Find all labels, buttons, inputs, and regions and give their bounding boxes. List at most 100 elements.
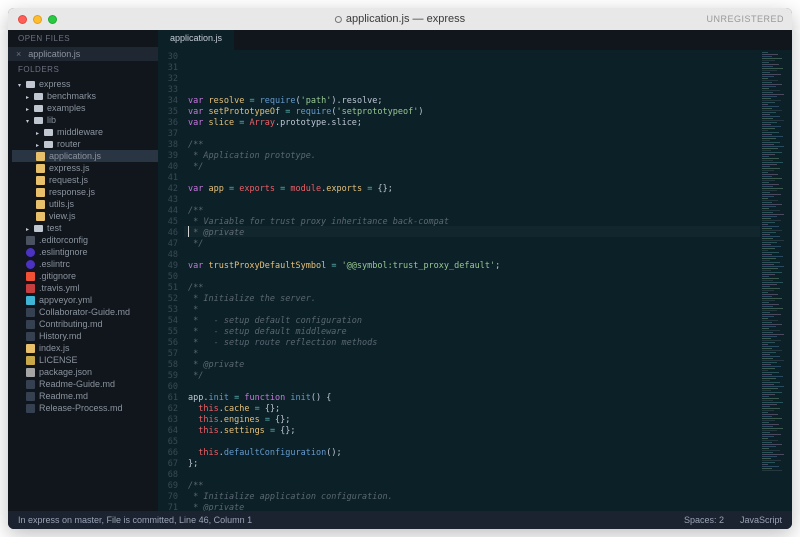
window-title: application.js — express bbox=[335, 13, 465, 25]
tree-item[interactable]: application.js bbox=[12, 150, 158, 162]
tree-item-label: Collaborator-Guide.md bbox=[39, 307, 130, 317]
travis-file-icon bbox=[26, 284, 35, 293]
folders-header: FOLDERS bbox=[8, 61, 158, 78]
tree-item[interactable]: Readme.md bbox=[12, 390, 158, 402]
tree-item-label: response.js bbox=[49, 187, 95, 197]
tree-item[interactable]: Contributing.md bbox=[12, 318, 158, 330]
tree-item[interactable]: view.js bbox=[12, 210, 158, 222]
tree-item-label: .eslintignore bbox=[39, 247, 88, 257]
open-file-item[interactable]: application.js bbox=[8, 47, 158, 61]
tree-item-label: examples bbox=[47, 103, 86, 113]
eslint-file-icon bbox=[26, 260, 35, 269]
tab-application[interactable]: application.js bbox=[158, 30, 235, 50]
tree-item-label: request.js bbox=[49, 175, 88, 185]
tree-item[interactable]: benchmarks bbox=[12, 90, 158, 102]
tree-item[interactable]: Readme-Guide.md bbox=[12, 378, 158, 390]
tree-item[interactable]: package.json bbox=[12, 366, 158, 378]
tree-item[interactable]: index.js bbox=[12, 342, 158, 354]
code-editor[interactable]: 3031323334353637383940414243444546474849… bbox=[158, 50, 792, 511]
tree-item-label: test bbox=[47, 223, 62, 233]
md-file-icon bbox=[26, 332, 35, 341]
sidebar: OPEN FILES application.js FOLDERS expres… bbox=[8, 30, 158, 511]
tree-item[interactable]: .eslintignore bbox=[12, 246, 158, 258]
tree-item[interactable]: LICENSE bbox=[12, 354, 158, 366]
md-file-icon bbox=[26, 320, 35, 329]
registration-status: UNREGISTERED bbox=[706, 14, 784, 24]
tree-item-label: application.js bbox=[49, 151, 101, 161]
tree-item-label: package.json bbox=[39, 367, 92, 377]
js-file-icon bbox=[26, 344, 35, 353]
tree-item-label: router bbox=[57, 139, 81, 149]
modified-icon bbox=[335, 16, 342, 23]
status-left[interactable]: In express on master, File is committed,… bbox=[18, 515, 252, 525]
md-file-icon bbox=[26, 380, 35, 389]
tree-item-label: appveyor.yml bbox=[39, 295, 92, 305]
tree-item-label: LICENSE bbox=[39, 355, 78, 365]
folder-icon bbox=[36, 139, 40, 149]
tree-item[interactable]: examples bbox=[12, 102, 158, 114]
folder-icon bbox=[26, 115, 30, 125]
tree-item[interactable]: request.js bbox=[12, 174, 158, 186]
tree-item[interactable]: test bbox=[12, 222, 158, 234]
status-language[interactable]: JavaScript bbox=[740, 515, 782, 525]
status-spaces[interactable]: Spaces: 2 bbox=[684, 515, 724, 525]
tree-item-label: Release-Process.md bbox=[39, 403, 123, 413]
tree-item-label: .travis.yml bbox=[39, 283, 80, 293]
yml-file-icon bbox=[26, 296, 35, 305]
tree-item[interactable]: express bbox=[12, 78, 158, 90]
eslint-file-icon bbox=[26, 248, 35, 257]
tree-item[interactable]: .gitignore bbox=[12, 270, 158, 282]
js-file-icon bbox=[36, 200, 45, 209]
tree-item[interactable]: utils.js bbox=[12, 198, 158, 210]
minimize-button[interactable] bbox=[33, 15, 42, 24]
editor-window: application.js — express UNREGISTERED OP… bbox=[8, 8, 792, 529]
titlebar: application.js — express UNREGISTERED bbox=[8, 8, 792, 30]
js-file-icon bbox=[36, 212, 45, 221]
close-button[interactable] bbox=[18, 15, 27, 24]
tree-item-label: History.md bbox=[39, 331, 81, 341]
open-files-header: OPEN FILES bbox=[8, 30, 158, 47]
status-bar: In express on master, File is committed,… bbox=[8, 511, 792, 529]
code-content[interactable]: var resolve = require('path').resolve;va… bbox=[184, 50, 760, 511]
tree-item-label: Readme.md bbox=[39, 391, 88, 401]
md-file-icon bbox=[26, 308, 35, 317]
tree-item[interactable]: lib bbox=[12, 114, 158, 126]
js-file-icon bbox=[36, 188, 45, 197]
tree-item[interactable]: .eslintrc bbox=[12, 258, 158, 270]
tree-item[interactable]: response.js bbox=[12, 186, 158, 198]
js-file-icon bbox=[36, 152, 45, 161]
folder-icon bbox=[18, 79, 22, 89]
tree-item-label: utils.js bbox=[49, 199, 74, 209]
md-file-icon bbox=[26, 404, 35, 413]
cursor-icon bbox=[188, 226, 189, 237]
tree-item-label: lib bbox=[47, 115, 56, 125]
tree-item[interactable]: appveyor.yml bbox=[12, 294, 158, 306]
tree-item-label: .editorconfig bbox=[39, 235, 88, 245]
js-file-icon bbox=[36, 164, 45, 173]
tree-item[interactable]: .travis.yml bbox=[12, 282, 158, 294]
tree-item[interactable]: express.js bbox=[12, 162, 158, 174]
folder-icon bbox=[26, 103, 30, 113]
minimap[interactable] bbox=[760, 50, 792, 511]
json-file-icon bbox=[26, 368, 35, 377]
tree-item-label: middleware bbox=[57, 127, 103, 137]
tree-item-label: express.js bbox=[49, 163, 90, 173]
tree-item-label: index.js bbox=[39, 343, 70, 353]
tree-item[interactable]: .editorconfig bbox=[12, 234, 158, 246]
tree-item[interactable]: Release-Process.md bbox=[12, 402, 158, 414]
folder-icon bbox=[26, 91, 30, 101]
tree-item-label: .eslintrc bbox=[39, 259, 70, 269]
tree-item[interactable]: History.md bbox=[12, 330, 158, 342]
tree-item-label: view.js bbox=[49, 211, 76, 221]
tab-bar: application.js bbox=[158, 30, 792, 50]
tree-item[interactable]: router bbox=[12, 138, 158, 150]
tree-item[interactable]: middleware bbox=[12, 126, 158, 138]
lic-file-icon bbox=[26, 356, 35, 365]
folder-icon bbox=[26, 223, 30, 233]
gutter: 3031323334353637383940414243444546474849… bbox=[158, 50, 184, 511]
zoom-button[interactable] bbox=[48, 15, 57, 24]
tree-item-label: benchmarks bbox=[47, 91, 96, 101]
tree-item-label: .gitignore bbox=[39, 271, 76, 281]
js-file-icon bbox=[36, 176, 45, 185]
tree-item[interactable]: Collaborator-Guide.md bbox=[12, 306, 158, 318]
